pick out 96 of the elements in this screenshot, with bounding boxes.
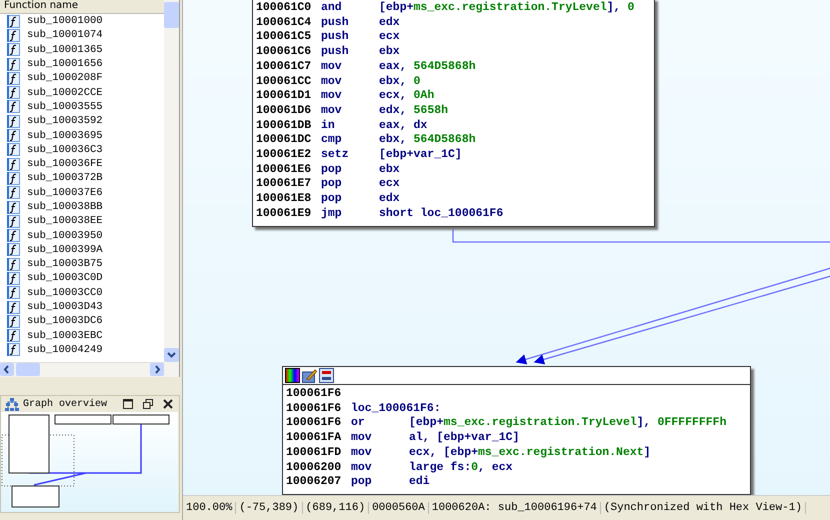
function-icon xyxy=(7,172,20,185)
code-block[interactable] xyxy=(282,366,751,495)
code-line: 100061E8 pop edx xyxy=(256,192,401,207)
code-line: 100061E6 pop ebx xyxy=(256,162,401,178)
function-icon xyxy=(7,300,20,314)
function-name[interactable]: sub_10003EBC xyxy=(27,330,103,342)
vertical-scrollbar[interactable] xyxy=(164,0,179,377)
function-name[interactable]: sub_10003555 xyxy=(27,100,103,113)
function-icon xyxy=(7,186,20,200)
status-text: 100.00% xyxy=(183,502,236,514)
column-header[interactable]: Function name xyxy=(0,0,164,14)
code-line: 100061FD mov ecx, [ebp+ms_exc.registration.Next] xyxy=(286,446,652,461)
code-line: 100061DC cmp ebx, 564D5868h xyxy=(256,133,477,148)
function-name[interactable]: sub_100038BB xyxy=(27,201,103,213)
code-line: 100061F6 or [ebp+ms_exc.registration.TryLevel], 0FFFFFFFFh xyxy=(286,416,728,432)
function-name[interactable]: sub_10003592 xyxy=(27,115,103,128)
function-name[interactable]: sub_100036FE xyxy=(27,158,103,170)
status-text: (689,116) xyxy=(302,502,370,514)
code-line: 100061CC mov ebx, 0 xyxy=(256,74,422,90)
status-text: (Synchronized with Hex View-1) xyxy=(600,502,806,514)
panel-title: Graph overview xyxy=(23,398,108,410)
restore-icon[interactable] xyxy=(143,399,153,409)
code-line: 100061E2 setz [ebp+var_1C] xyxy=(256,148,463,163)
function-name[interactable]: sub_10003950 xyxy=(27,230,103,242)
graph-canvas[interactable] xyxy=(183,0,830,496)
scroll-right-icon[interactable] xyxy=(150,363,164,376)
function-icon xyxy=(7,86,20,100)
status-text: (-75,389) xyxy=(236,502,303,514)
function-icon xyxy=(7,272,20,285)
function-icon xyxy=(7,58,20,71)
maximize-icon[interactable] xyxy=(123,399,133,409)
code-line: 100061C5 push ecx xyxy=(256,30,401,46)
scroll-left-icon[interactable] xyxy=(0,363,14,376)
function-name[interactable]: sub_10003DC6 xyxy=(27,315,103,328)
code-line: 100061F6 loc_100061F6: xyxy=(286,402,442,416)
code-line: 100061F6 xyxy=(286,387,342,402)
function-name[interactable]: sub_100036C3 xyxy=(27,144,103,156)
code-line: 100061E9 jmp short loc_100061F6 xyxy=(256,206,504,222)
horizontal-scrollbar[interactable] xyxy=(0,362,164,377)
function-icon xyxy=(7,28,20,42)
status-text: 1000620A: sub_10006196+74 xyxy=(428,502,601,514)
code-line: 100061C0 and [ebp+ms_exc.registration.TryLevel], 0 xyxy=(256,1,636,16)
function-icon xyxy=(7,114,20,128)
code-line: 100061E7 pop ecx xyxy=(256,177,401,192)
function-icon xyxy=(7,343,20,356)
function-name[interactable]: sub_10001656 xyxy=(27,58,103,70)
function-icon xyxy=(7,286,20,300)
function-icon xyxy=(7,229,20,242)
function-name[interactable]: sub_100038EE xyxy=(27,215,103,228)
function-icon xyxy=(7,158,20,171)
code-line: 100061C6 push ebx xyxy=(256,45,401,60)
code-line: 10006207 pop edi xyxy=(286,475,431,490)
function-icon xyxy=(7,43,20,56)
code-line: 100061DB in eax, dx xyxy=(256,118,428,134)
function-icon xyxy=(7,200,20,214)
function-icon xyxy=(7,143,20,156)
graph-overview-drawing[interactable] xyxy=(1,412,178,512)
code-line: 100061D1 mov ecx, 0Ah xyxy=(256,89,436,104)
function-name[interactable]: sub_10003D43 xyxy=(27,301,103,314)
function-name[interactable]: sub_10001074 xyxy=(27,29,103,42)
code-line: 10006200 mov large fs:0, ecx xyxy=(286,460,514,476)
function-name[interactable]: sub_1000399A xyxy=(27,244,103,256)
function-icon xyxy=(7,14,20,28)
function-icon xyxy=(7,129,20,142)
pencil-icon[interactable] xyxy=(302,368,317,383)
function-name[interactable]: sub_10003B75 xyxy=(27,258,103,270)
function-name[interactable]: sub_10004249 xyxy=(27,344,103,356)
function-icon xyxy=(7,72,20,85)
function-name[interactable]: sub_1000372B xyxy=(27,172,103,184)
code-line: 100061C7 mov eax, 564D5868h xyxy=(256,60,477,75)
code-line: 100061D6 mov edx, 5658h xyxy=(256,104,450,119)
scroll-thumb[interactable] xyxy=(16,363,40,376)
function-name[interactable]: sub_100037E6 xyxy=(27,186,103,199)
function-name[interactable]: sub_10001000 xyxy=(27,15,103,28)
code-line: 100061FA mov al, [ebp+var_1C] xyxy=(286,431,520,446)
scroll-thumb[interactable] xyxy=(164,2,179,28)
graph-view-icon[interactable] xyxy=(319,368,334,383)
function-name[interactable]: sub_10003C0D xyxy=(27,272,103,284)
palette-icon[interactable] xyxy=(285,368,300,383)
status-text: 0000560A xyxy=(369,502,429,514)
code-line: 100061C4 push edx xyxy=(256,16,401,30)
function-name[interactable]: sub_10003CC0 xyxy=(27,286,103,299)
function-name[interactable]: sub_1000208F xyxy=(27,72,103,84)
function-icon xyxy=(7,214,20,228)
function-icon xyxy=(7,243,20,256)
function-name[interactable]: sub_10002CCE xyxy=(27,86,103,99)
graph-icon xyxy=(5,398,19,410)
close-icon[interactable] xyxy=(163,399,173,409)
function-icon xyxy=(7,100,20,114)
function-icon xyxy=(7,314,20,328)
scroll-down-icon[interactable] xyxy=(164,348,179,362)
function-name[interactable]: sub_10003695 xyxy=(27,130,103,142)
function-icon xyxy=(7,329,20,342)
code-block[interactable] xyxy=(252,0,655,227)
function-name[interactable]: sub_10001365 xyxy=(27,44,103,56)
function-icon xyxy=(7,258,20,271)
